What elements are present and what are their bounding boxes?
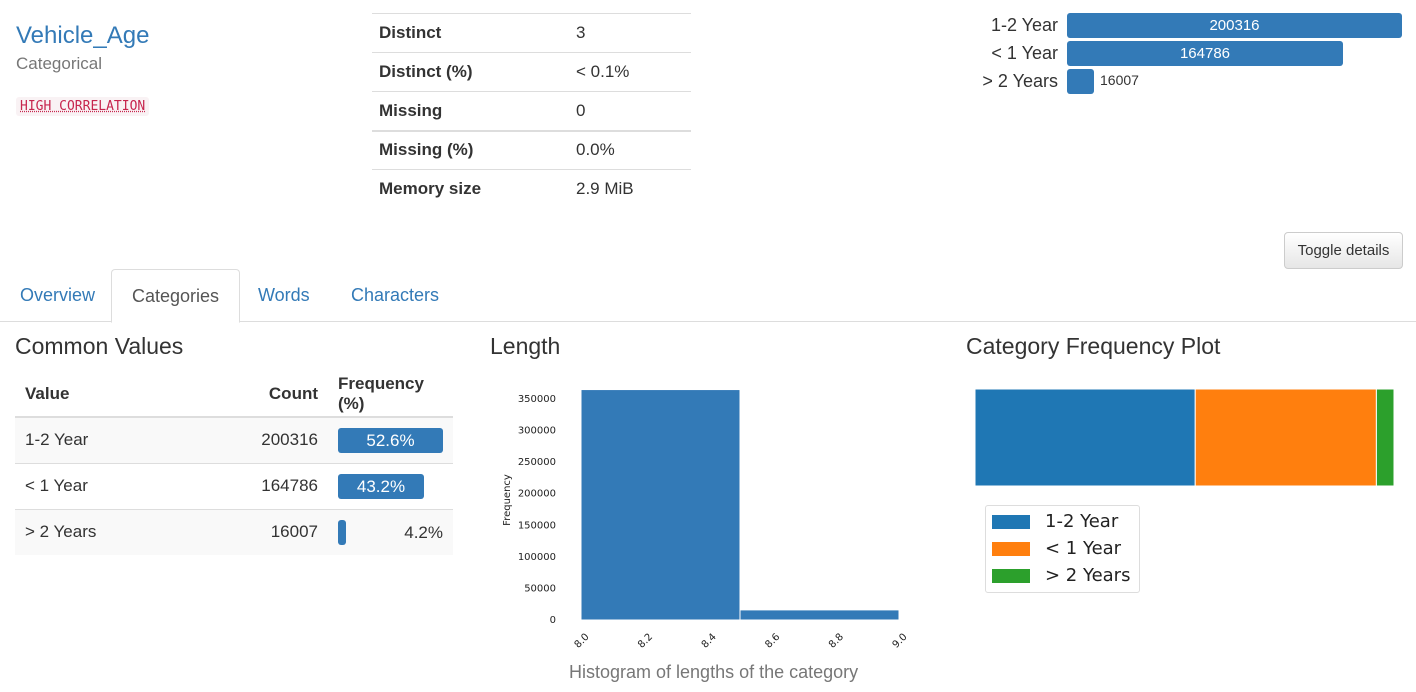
x-tick-label: 8.4 — [700, 632, 719, 651]
y-tick-label: 100000 — [518, 552, 556, 563]
frequency-cell: 4.2% — [338, 508, 453, 555]
table-row: > 2 Years 16007 4.2% — [15, 508, 453, 555]
x-tick-label: 8.6 — [763, 632, 782, 651]
count-cell: 16007 — [215, 508, 338, 555]
column-header-frequency: Frequency (%) — [338, 371, 453, 418]
stats-row: Memory size 2.9 MiB — [372, 169, 691, 209]
stat-value: 3 — [569, 13, 691, 53]
mini-frequency-bar: 164786 — [1067, 41, 1343, 66]
x-tick-label: 9.0 — [891, 632, 910, 651]
table-row: 1-2 Year 200316 52.6% — [15, 416, 453, 463]
table-header: Value Count Frequency (%) — [15, 371, 453, 418]
stats-row: Distinct 3 — [372, 13, 691, 53]
stats-row: Distinct (%) < 0.1% — [372, 52, 691, 92]
legend-label: > 2 Years — [1045, 565, 1131, 586]
length-histogram: 0 50000 100000 150000 200000 250000 300000 3500… — [502, 389, 910, 651]
y-axis-label: Frequency — [502, 474, 513, 526]
common-values-title: Common Values — [15, 333, 184, 359]
y-tick-label: 300000 — [518, 426, 556, 437]
tab-bar: Overview Categories Words Characters — [0, 269, 1416, 323]
stat-value: 0 — [569, 91, 691, 131]
mini-frequency-bar: 200316 — [1067, 13, 1402, 38]
tab-words[interactable]: Words — [238, 269, 330, 322]
mini-frequency-label: 1-2 Year — [990, 15, 1058, 35]
x-tick-label: 8.8 — [827, 632, 846, 651]
histogram-bar — [739, 609, 900, 621]
plot-legend: 1-2 Year < 1 Year > 2 Years — [985, 505, 1140, 593]
x-tick-label: 8.2 — [636, 632, 655, 651]
stat-label: Distinct — [372, 13, 569, 53]
value-cell: < 1 Year — [15, 462, 215, 509]
legend-label: < 1 Year — [1045, 538, 1122, 559]
table-row: < 1 Year 164786 43.2% — [15, 462, 453, 509]
y-tick-label: 350000 — [518, 394, 556, 405]
value-cell: > 2 Years — [15, 508, 215, 555]
legend-swatch — [992, 515, 1030, 529]
category-frequency-title: Category Frequency Plot — [966, 333, 1221, 359]
legend-label: 1-2 Year — [1045, 511, 1119, 532]
stats-row: Missing (%) 0.0% — [372, 129, 691, 170]
legend-swatch — [992, 542, 1030, 556]
count-cell: 164786 — [215, 462, 338, 509]
mini-frequency-row: < 1 Year 164786 — [950, 41, 1410, 66]
stat-label: Missing (%) — [372, 129, 569, 170]
stats-row: Missing 0 — [372, 91, 691, 131]
common-values-table: Value Count Frequency (%) 1-2 Year 20031… — [15, 371, 453, 555]
variable-type: Categorical — [16, 54, 102, 73]
column-header-count: Count — [215, 371, 338, 418]
count-cell: 200316 — [215, 416, 338, 463]
frequency-cell: 52.6% — [338, 416, 453, 463]
histogram-caption: Histogram of lengths of the category — [569, 662, 859, 682]
stat-label: Missing — [372, 91, 569, 131]
mini-frequency-bar — [1067, 69, 1094, 94]
mini-frequency-label: < 1 Year — [991, 43, 1058, 63]
tab-categories[interactable]: Categories — [111, 269, 241, 323]
stat-label: Memory size — [372, 169, 569, 209]
frequency-text: 4.2% — [404, 522, 443, 542]
value-cell: 1-2 Year — [15, 416, 215, 463]
x-tick-label: 8.0 — [573, 632, 592, 651]
toggle-details-button[interactable]: Toggle details — [1284, 232, 1403, 269]
mini-frequency-row: 1-2 Year 200316 — [950, 13, 1410, 38]
stats-table: Distinct 3 Distinct (%) < 0.1% Missing 0 Mi… — [372, 13, 691, 209]
frequency-bar — [338, 519, 346, 545]
stacked-segment — [1194, 388, 1377, 487]
stat-value: 2.9 MiB — [569, 169, 691, 209]
histogram-bar — [580, 389, 741, 621]
y-tick-label: 200000 — [518, 489, 556, 500]
tab-overview[interactable]: Overview — [0, 269, 115, 322]
stacked-segment — [1375, 388, 1395, 487]
stacked-segment — [974, 388, 1196, 487]
mini-frequency-label: > 2 Years — [982, 71, 1058, 91]
variable-name: Vehicle_Age — [16, 22, 150, 49]
frequency-bar: 52.6% — [338, 427, 443, 453]
y-tick-label: 150000 — [518, 520, 556, 531]
frequency-cell: 43.2% — [338, 462, 453, 509]
legend-swatch — [992, 569, 1030, 583]
stat-value: < 0.1% — [569, 52, 691, 92]
y-tick-label: 50000 — [524, 583, 556, 594]
mini-frequency-count: 16007 — [1100, 72, 1139, 88]
frequency-bar: 43.2% — [338, 473, 424, 499]
length-title: Length — [490, 333, 561, 359]
category-frequency-plot — [974, 388, 1395, 487]
y-tick-label: 0 — [550, 615, 556, 626]
tab-characters[interactable]: Characters — [331, 269, 459, 322]
high-correlation-badge[interactable]: HIGH CORRELATION — [16, 97, 150, 116]
mini-frequency-row: > 2 Years 16007 — [950, 69, 1410, 94]
stat-value: 0.0% — [569, 129, 691, 170]
column-header-value: Value — [15, 371, 215, 418]
y-tick-label: 250000 — [518, 457, 556, 468]
stat-label: Distinct (%) — [372, 52, 569, 92]
